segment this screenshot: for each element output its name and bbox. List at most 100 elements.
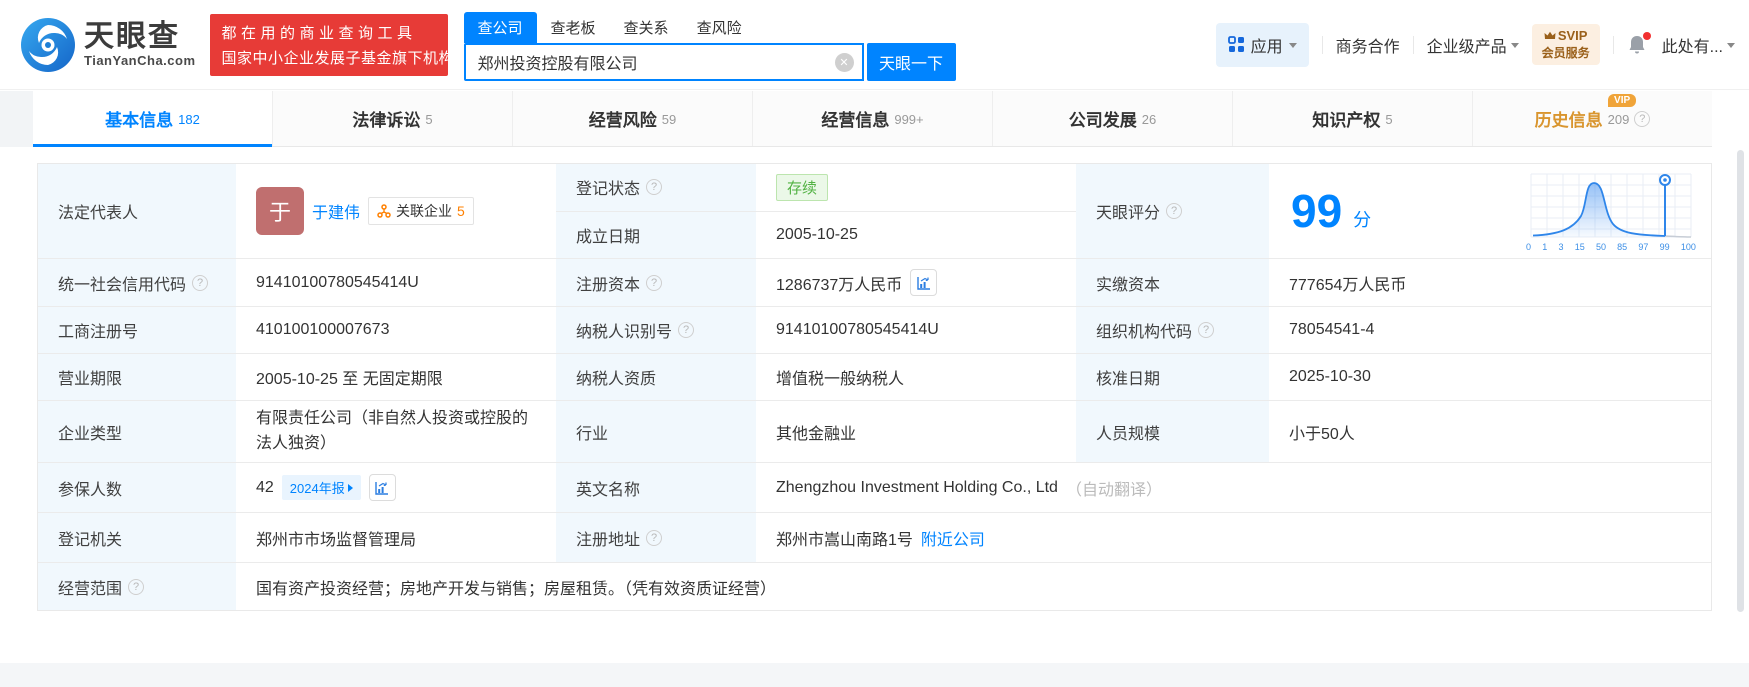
slogan-line1: 都在用的商业查询工具 xyxy=(222,22,436,43)
divider xyxy=(1613,36,1614,54)
vip-tag: VIP xyxy=(1608,94,1636,107)
search-block: 查公司 查老板 查关系 查风险 天眼一下 xyxy=(464,13,956,81)
top-nav: 应用 商务合作 企业级产品 SVIP 会员服务 xyxy=(1216,23,1735,67)
search-row: 天眼一下 xyxy=(464,43,956,81)
logo-domain: TianYanCha.com xyxy=(84,53,196,68)
footer-strip xyxy=(0,663,1749,687)
slogan-banner: 都在用的商业查询工具 国家中小企业发展子基金旗下机构 xyxy=(210,14,448,76)
org-network-icon xyxy=(377,204,391,218)
nav-item-cooperation[interactable]: 商务合作 xyxy=(1336,33,1400,57)
tab-label: 基本信息 xyxy=(105,106,173,131)
tick-label: 0 xyxy=(1526,242,1531,252)
company-type-value: 有限责任公司（非自然人投资或控股的法人独资） xyxy=(236,401,556,462)
tab-count: 209 xyxy=(1608,112,1630,127)
label-text: 纳税人识别号 xyxy=(576,318,672,342)
reg-address-label: 注册地址 xyxy=(556,513,756,562)
taxpayer-id-value: 91410100780545414U xyxy=(756,307,1076,353)
search-tab-relation[interactable]: 查关系 xyxy=(610,12,683,43)
reg-number-label: 工商注册号 xyxy=(38,307,236,353)
svip-sublabel: 会员服务 xyxy=(1542,44,1590,61)
search-input-wrap xyxy=(464,43,864,81)
notifications-bell-button[interactable] xyxy=(1627,34,1649,56)
tab-legal-proceedings[interactable]: 法律诉讼 5 xyxy=(273,91,513,146)
industry-label: 行业 xyxy=(556,401,756,462)
tab-label: 知识产权 xyxy=(1312,106,1380,131)
search-tab-company[interactable]: 查公司 xyxy=(464,12,537,43)
tab-operation-info[interactable]: 经营信息 999+ xyxy=(753,91,993,146)
apps-menu-button[interactable]: 应用 xyxy=(1216,23,1309,67)
related-companies-label: 关联企业 xyxy=(396,201,452,221)
help-icon[interactable] xyxy=(678,322,694,338)
score-axis-ticks: 0 1 3 15 50 85 97 99 100 xyxy=(1525,242,1697,252)
tianyancha-logo[interactable]: 天眼查 TianYanCha.com xyxy=(20,17,196,73)
nav-item-enterprise[interactable]: 企业级产品 xyxy=(1427,33,1519,57)
avatar[interactable]: 于 xyxy=(256,187,304,235)
cooperation-label: 商务合作 xyxy=(1336,33,1400,57)
org-code-label: 组织机构代码 xyxy=(1076,307,1269,353)
help-icon[interactable] xyxy=(646,179,662,195)
search-button[interactable]: 天眼一下 xyxy=(867,43,956,81)
insured-trend-button[interactable] xyxy=(369,474,396,501)
search-tab-boss[interactable]: 查老板 xyxy=(537,12,610,43)
reg-capital-value: 1286737万人民币 xyxy=(756,259,1076,306)
enterprise-label: 企业级产品 xyxy=(1427,33,1507,57)
search-tab-risk[interactable]: 查风险 xyxy=(683,12,756,43)
page-gutter xyxy=(0,91,33,147)
vertical-scrollbar[interactable] xyxy=(1737,150,1744,612)
label-text: 登记状态 xyxy=(576,175,640,199)
help-icon[interactable] xyxy=(1166,203,1182,219)
tick-label: 1 xyxy=(1542,242,1547,252)
credit-code-value: 91410100780545414U xyxy=(236,259,556,306)
english-name-label: 英文名称 xyxy=(556,463,756,512)
tab-basic-info[interactable]: 基本信息 182 xyxy=(33,91,273,146)
table-row: 经营范围 国有资产投资经营；房地产开发与销售；房屋租赁。（凭有效资质证经营） xyxy=(38,563,1711,610)
svip-member-button[interactable]: SVIP 会员服务 xyxy=(1532,24,1600,65)
capital-trend-button[interactable] xyxy=(910,269,937,296)
value-text: 1286737万人民币 xyxy=(776,271,902,295)
help-icon[interactable] xyxy=(1198,322,1214,338)
search-input[interactable] xyxy=(464,43,864,81)
tab-company-development[interactable]: 公司发展 26 xyxy=(993,91,1233,146)
reg-address-value: 郑州市嵩山南路1号 附近公司 xyxy=(756,513,1711,562)
apps-menu-label: 应用 xyxy=(1251,33,1283,57)
legal-rep-name-link[interactable]: 于建伟 xyxy=(312,199,360,223)
tab-history-info[interactable]: VIP 历史信息 209 xyxy=(1473,91,1712,146)
label-text: 注册地址 xyxy=(576,526,640,550)
legal-rep-value: 于 于建伟 关联企业 5 xyxy=(236,164,556,258)
label-text: 注册资本 xyxy=(576,271,640,295)
user-label: 此处有... xyxy=(1662,33,1723,57)
auto-translate-note: （自动翻译） xyxy=(1066,476,1162,500)
table-subrow: 成立日期 2005-10-25 xyxy=(556,212,1076,259)
tab-label: 法律诉讼 xyxy=(352,106,420,131)
approval-date-label: 核准日期 xyxy=(1076,354,1269,400)
help-icon[interactable] xyxy=(128,579,144,595)
nearby-companies-link[interactable]: 附近公司 xyxy=(921,526,985,550)
help-icon[interactable] xyxy=(646,275,662,291)
reg-status-label: 登记状态 xyxy=(556,164,756,211)
tick-label: 85 xyxy=(1617,242,1627,252)
tab-count: 999+ xyxy=(894,112,923,127)
tab-intellectual-property[interactable]: 知识产权 5 xyxy=(1233,91,1473,146)
help-icon[interactable] xyxy=(646,530,662,546)
label-text: 统一社会信用代码 xyxy=(58,271,186,295)
related-companies-badge[interactable]: 关联企业 5 xyxy=(368,197,474,225)
table-row: 参保人数 42 2024年报 英文名称 Zhengzhou Investment… xyxy=(38,463,1711,513)
chevron-down-icon xyxy=(1511,43,1519,48)
score-curve xyxy=(1525,171,1697,241)
paid-capital-label: 实缴资本 xyxy=(1076,259,1269,306)
user-account-menu[interactable]: 此处有... xyxy=(1662,33,1735,57)
taxpayer-quality-label: 纳税人资质 xyxy=(556,354,756,400)
tab-operation-risk[interactable]: 经营风险 59 xyxy=(513,91,753,146)
help-icon[interactable] xyxy=(1634,111,1650,127)
annual-report-badge[interactable]: 2024年报 xyxy=(282,475,361,500)
score-value: 99 分 xyxy=(1269,164,1711,258)
insured-count-value: 42 2024年报 xyxy=(236,463,556,512)
tab-count: 182 xyxy=(178,112,200,127)
taxpayer-id-label: 纳税人识别号 xyxy=(556,307,756,353)
crown-icon xyxy=(1544,31,1556,41)
tick-label: 50 xyxy=(1596,242,1606,252)
tab-label: 历史信息 xyxy=(1535,106,1603,131)
clear-search-icon[interactable] xyxy=(835,53,854,72)
status-date-block: 登记状态 存续 成立日期 2005-10-25 xyxy=(556,164,1076,258)
help-icon[interactable] xyxy=(192,275,208,291)
